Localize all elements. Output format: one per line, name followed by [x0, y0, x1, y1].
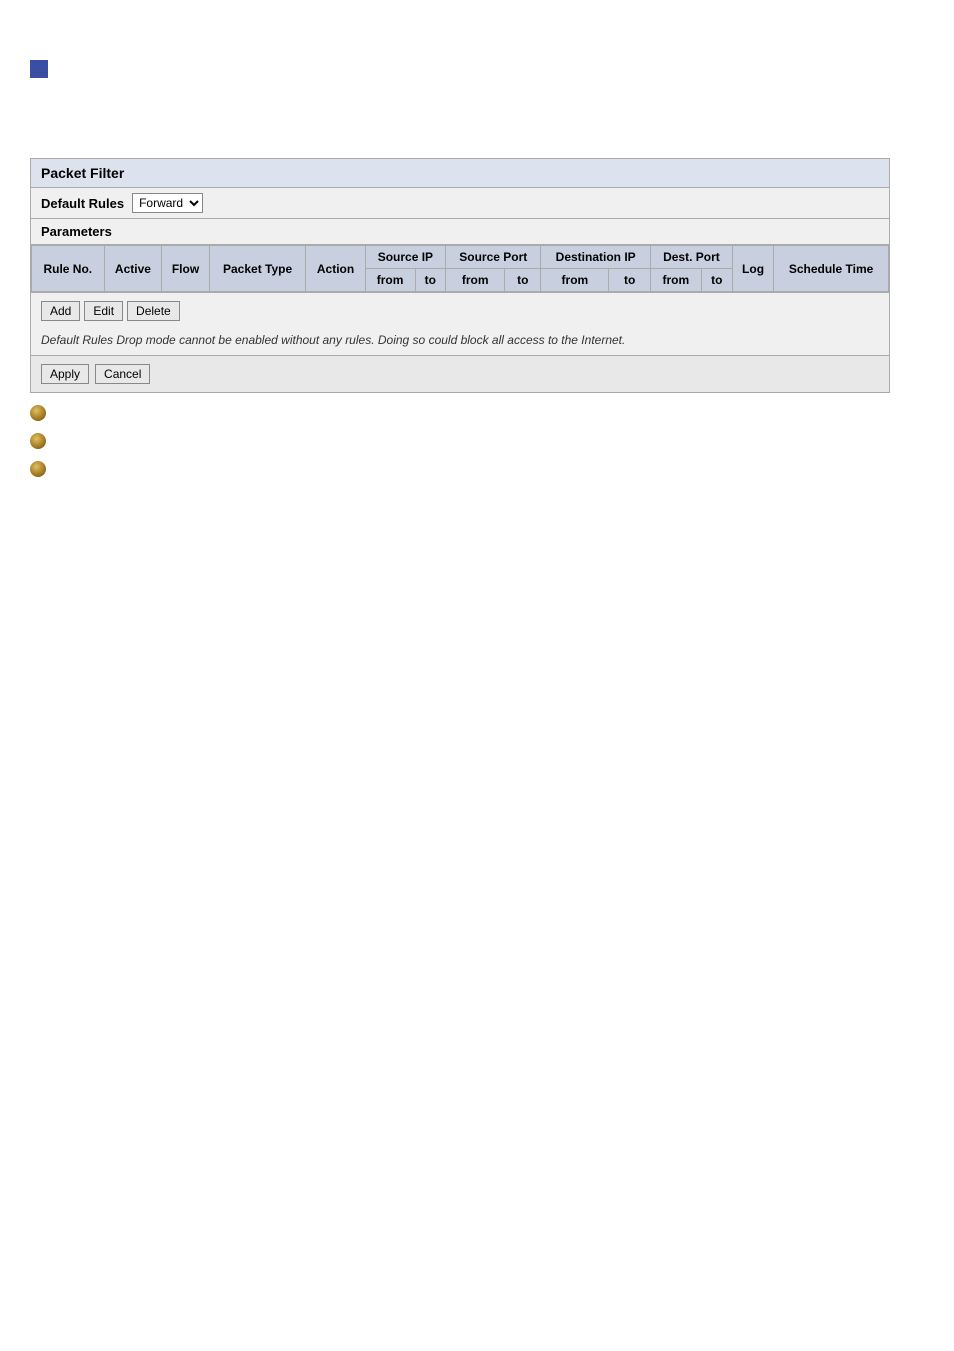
col-header-destination-ip: Destination IP	[541, 246, 650, 269]
col-header-dest-port: Dest. Port	[650, 246, 732, 269]
blue-square-icon	[30, 60, 48, 78]
col-header-action: Action	[306, 246, 365, 292]
col-subheader-dest-ip-to: to	[609, 269, 651, 292]
bullet-circle-2	[30, 433, 46, 449]
buttons-row: Add Edit Delete	[31, 292, 889, 329]
notice-row: Default Rules Drop mode cannot be enable…	[31, 329, 889, 355]
delete-button[interactable]: Delete	[127, 301, 180, 321]
col-header-schedule-time: Schedule Time	[774, 246, 889, 292]
section-title: Packet Filter	[31, 159, 889, 188]
col-header-packet-type: Packet Type	[209, 246, 306, 292]
bullet-item-1	[30, 405, 924, 421]
col-subheader-dest-ip-from: from	[541, 269, 609, 292]
packet-filter-title: Packet Filter	[41, 165, 124, 181]
col-header-rule-no: Rule No.	[32, 246, 105, 292]
cancel-button[interactable]: Cancel	[95, 364, 150, 384]
bullet-item-2	[30, 433, 924, 449]
add-button[interactable]: Add	[41, 301, 80, 321]
parameters-row: Parameters	[31, 219, 889, 245]
col-header-flow: Flow	[162, 246, 209, 292]
col-subheader-src-port-to: to	[505, 269, 541, 292]
col-header-log: Log	[732, 246, 773, 292]
filter-table: Rule No. Active Flow Packet Type Action	[31, 245, 889, 292]
table-container: Rule No. Active Flow Packet Type Action	[31, 245, 889, 292]
col-subheader-dest-port-from: from	[650, 269, 701, 292]
parameters-label: Parameters	[41, 224, 112, 239]
notice-text: Default Rules Drop mode cannot be enable…	[41, 333, 625, 347]
packet-filter-container: Packet Filter Default Rules Forward Drop…	[30, 158, 890, 393]
col-subheader-src-ip-to: to	[415, 269, 446, 292]
page-wrapper: Packet Filter Default Rules Forward Drop…	[0, 0, 954, 507]
bullet-circle-3	[30, 461, 46, 477]
col-header-source-port: Source Port	[446, 246, 541, 269]
col-subheader-src-port-from: from	[446, 269, 505, 292]
default-rules-select[interactable]: Forward Drop	[132, 193, 203, 213]
apply-cancel-row: Apply Cancel	[31, 355, 889, 392]
apply-button[interactable]: Apply	[41, 364, 89, 384]
bullet-item-3	[30, 461, 924, 477]
default-rules-row: Default Rules Forward Drop	[31, 188, 889, 219]
edit-button[interactable]: Edit	[84, 301, 123, 321]
bullet-circle-1	[30, 405, 46, 421]
col-header-active: Active	[104, 246, 162, 292]
col-subheader-dest-port-to: to	[701, 269, 732, 292]
default-rules-label: Default Rules	[41, 196, 124, 211]
col-header-source-ip: Source IP	[365, 246, 445, 269]
col-subheader-src-ip-from: from	[365, 269, 415, 292]
bullet-list	[30, 405, 924, 477]
